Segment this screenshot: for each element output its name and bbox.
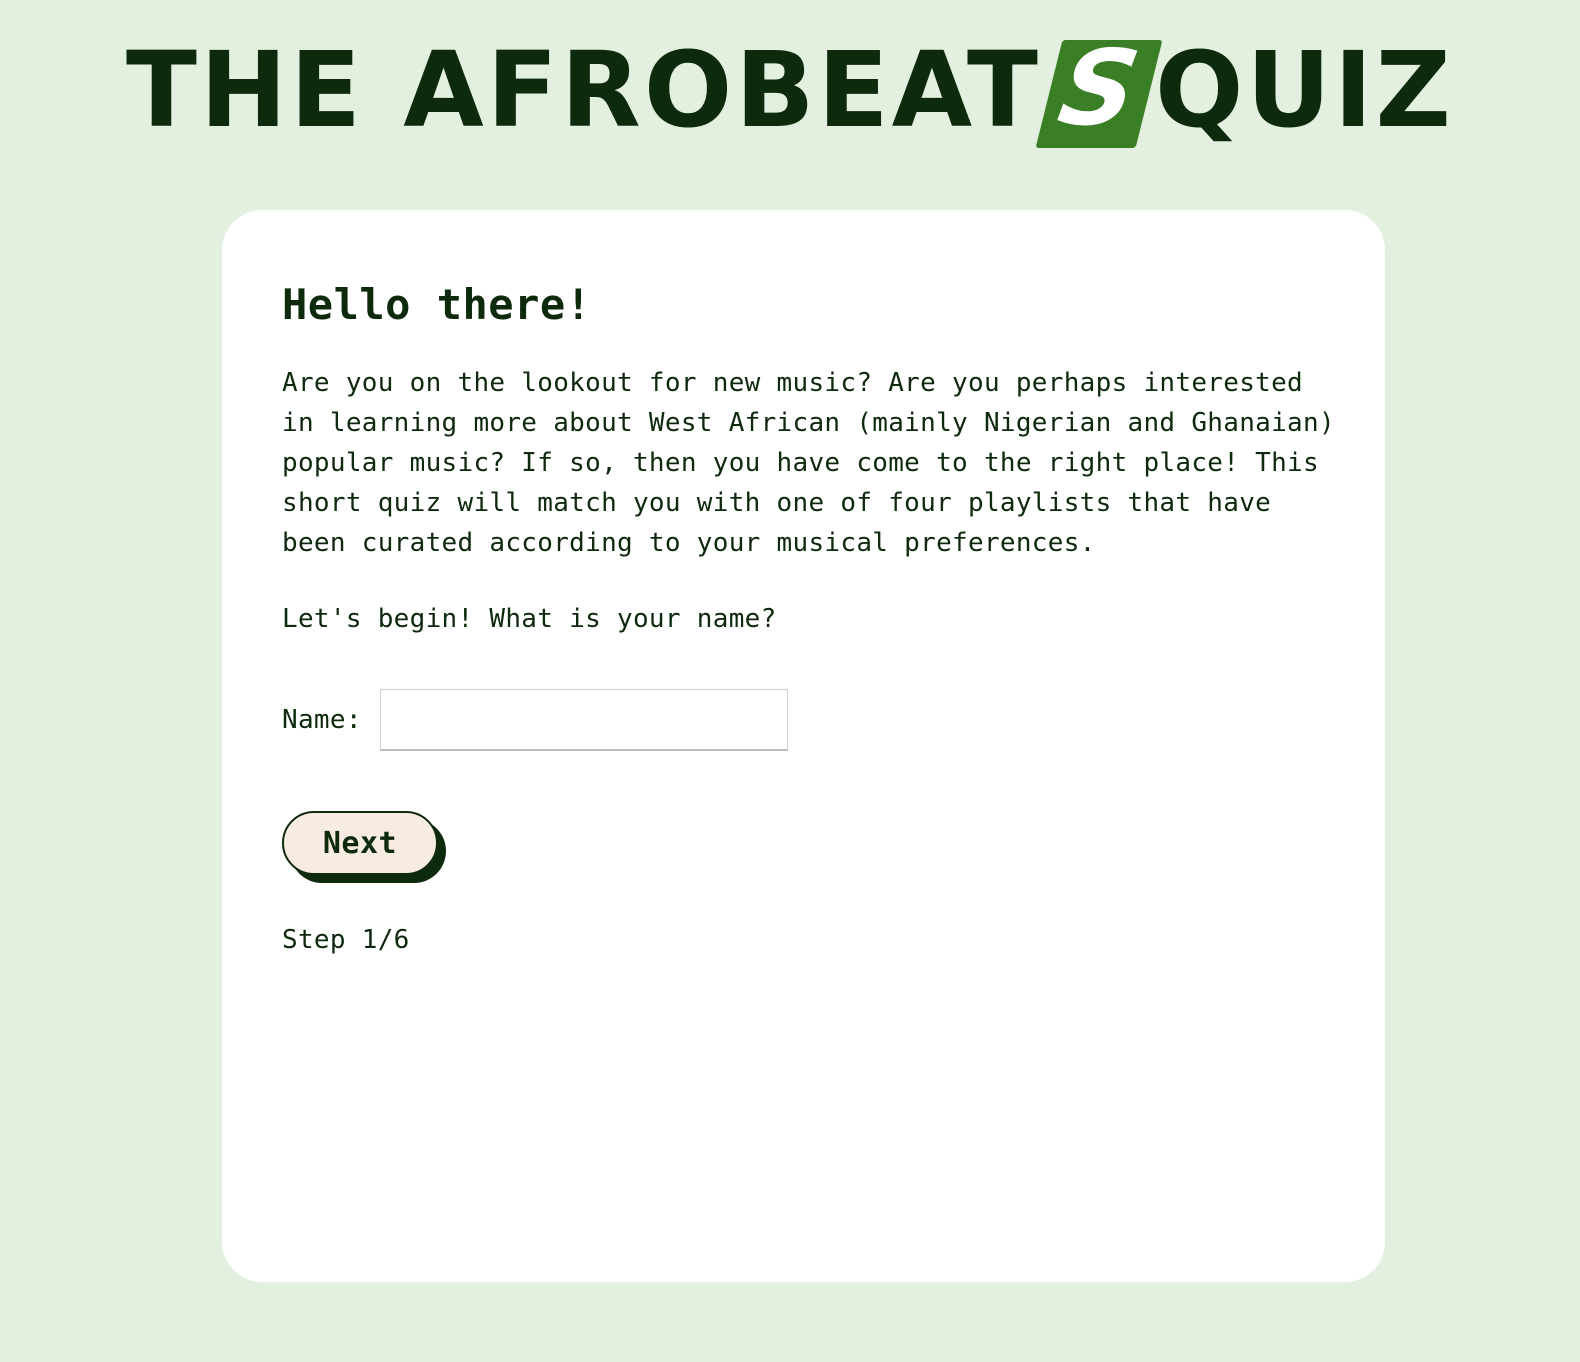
quiz-title: THE AFROBEAT S QUIZ (0, 27, 1580, 151)
quiz-card-content: Hello there! Are you on the lookout for … (282, 280, 1342, 955)
name-input[interactable] (379, 689, 788, 751)
next-button[interactable]: Next (282, 811, 438, 875)
name-field-row: Name: (282, 689, 1342, 751)
greeting-heading: Hello there! (282, 280, 592, 329)
title-s-badge: S (1035, 27, 1163, 149)
title-s-letter: S (1050, 27, 1151, 149)
quiz-card: Hello there! Are you on the lookout for … (222, 210, 1385, 1282)
step-indicator: Step 1/6 (282, 925, 410, 955)
name-label: Name: (282, 705, 362, 735)
title-text-quiz: QUIZ (1154, 29, 1454, 151)
intro-paragraph: Are you on the lookout for new music? Ar… (282, 368, 1335, 558)
title-text-main: THE AFROBEAT (126, 29, 1041, 151)
name-prompt: Let's begin! What is your name? (282, 604, 777, 634)
